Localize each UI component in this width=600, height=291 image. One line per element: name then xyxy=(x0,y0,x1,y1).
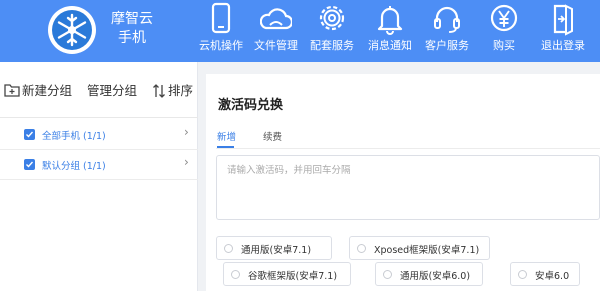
tab-renew[interactable]: 续费 xyxy=(263,129,282,143)
group-divider xyxy=(0,179,198,180)
chevron-right-icon[interactable]: › xyxy=(184,125,189,139)
app-logo[interactable] xyxy=(48,6,96,54)
brand-line-1: 摩智云 xyxy=(111,11,153,27)
manage-group-button[interactable]: 管理分组 xyxy=(87,82,137,100)
phone-icon xyxy=(211,2,231,34)
logout-icon xyxy=(553,4,573,36)
nav-label: 文件管理 xyxy=(254,39,298,52)
group-item-all-phones[interactable]: 全部手机 (1/1) › xyxy=(0,121,198,151)
folder-plus-icon xyxy=(4,84,20,97)
option-label: 谷歌框架版(安卓7.1) xyxy=(248,271,338,282)
option-generic-android-6-0[interactable]: 通用版(安卓6.0) xyxy=(375,262,483,286)
tabs-divider xyxy=(216,148,600,149)
radio-button[interactable] xyxy=(518,270,527,279)
nav-logout[interactable]: 退出登录 xyxy=(533,0,593,62)
tab-new[interactable]: 新增 xyxy=(217,129,236,143)
sort-button[interactable]: 排序 xyxy=(152,82,193,100)
main-content: 激活码兑换 新增 续费 请输入激活码，并用回车分隔 通用版(安卓7.1) Xpo… xyxy=(198,62,600,291)
cloud-icon xyxy=(260,8,292,30)
radio-button[interactable] xyxy=(231,270,240,279)
bell-icon xyxy=(377,6,403,35)
sort-arrows-icon xyxy=(153,84,165,98)
group-checkbox[interactable] xyxy=(24,129,35,140)
option-google-android-7-1[interactable]: 谷歌框架版(安卓7.1) xyxy=(223,262,351,286)
option-label: 通用版(安卓7.1) xyxy=(241,245,312,256)
nav-label: 配套服务 xyxy=(310,39,354,52)
input-placeholder: 请输入激活码，并用回车分隔 xyxy=(227,165,351,176)
activation-card: 激活码兑换 新增 续费 请输入激活码，并用回车分隔 通用版(安卓7.1) Xpo… xyxy=(206,74,600,291)
active-tab-indicator xyxy=(217,146,234,148)
nav-label: 云机操作 xyxy=(199,39,243,52)
group-checkbox[interactable] xyxy=(24,159,35,170)
manage-group-label: 管理分组 xyxy=(87,83,138,98)
nav-cloud-operation[interactable]: 云机操作 xyxy=(193,0,249,62)
option-label: Xposed框架版(安卓7.1) xyxy=(374,245,480,256)
radio-button[interactable] xyxy=(224,244,233,253)
nav-label: 购买 xyxy=(493,39,515,52)
sort-label: 排序 xyxy=(168,83,194,98)
group-divider xyxy=(0,149,198,150)
group-sidebar: 新建分组 管理分组 排序 全部手机 (1/1) › 默认分组 (1/1) › xyxy=(0,62,198,291)
check-icon xyxy=(26,131,34,138)
new-group-label: 新建分组 xyxy=(22,83,73,98)
nav-notifications[interactable]: 消息通知 xyxy=(362,0,418,62)
new-group-button[interactable]: 新建分组 xyxy=(4,82,72,100)
top-nav-bar: 摩智云 手机 云机操作 文件管理 配套服务 消息通知 客户服务 购买 退出登录 xyxy=(0,0,600,62)
option-xposed-android-7-1[interactable]: Xposed框架版(安卓7.1) xyxy=(349,236,490,260)
nav-label: 消息通知 xyxy=(368,39,412,52)
check-icon xyxy=(26,161,34,168)
snowflake-logo-icon xyxy=(52,10,92,50)
nav-label: 退出登录 xyxy=(541,39,585,52)
sidebar-toolbar: 新建分组 管理分组 排序 xyxy=(0,62,198,118)
option-generic-android-7-1[interactable]: 通用版(安卓7.1) xyxy=(216,236,332,260)
nav-customer-service[interactable]: 客户服务 xyxy=(419,0,475,62)
chevron-right-icon[interactable]: › xyxy=(184,155,189,169)
headset-icon xyxy=(434,6,460,33)
nav-label: 客户服务 xyxy=(425,39,469,52)
brand-line-2: 手机 xyxy=(118,30,146,46)
brand-name: 摩智云 手机 xyxy=(106,10,158,48)
nav-support-service[interactable]: 配套服务 xyxy=(304,0,360,62)
activation-code-input[interactable]: 请输入激活码，并用回车分隔 xyxy=(216,155,600,220)
option-label: 通用版(安卓6.0) xyxy=(400,271,471,282)
nav-file-management[interactable]: 文件管理 xyxy=(248,0,304,62)
nav-purchase[interactable]: 购买 xyxy=(476,0,532,62)
gear-icon xyxy=(319,5,345,31)
yen-icon xyxy=(490,4,518,32)
group-label: 全部手机 (1/1) xyxy=(42,131,106,142)
group-label: 默认分组 (1/1) xyxy=(42,161,106,172)
option-android-6-0[interactable]: 安卓6.0 xyxy=(510,262,580,286)
group-item-default[interactable]: 默认分组 (1/1) › xyxy=(0,151,198,181)
radio-button[interactable] xyxy=(357,244,366,253)
page-title: 激活码兑换 xyxy=(218,98,284,113)
radio-button[interactable] xyxy=(383,270,392,279)
option-label: 安卓6.0 xyxy=(535,271,570,282)
